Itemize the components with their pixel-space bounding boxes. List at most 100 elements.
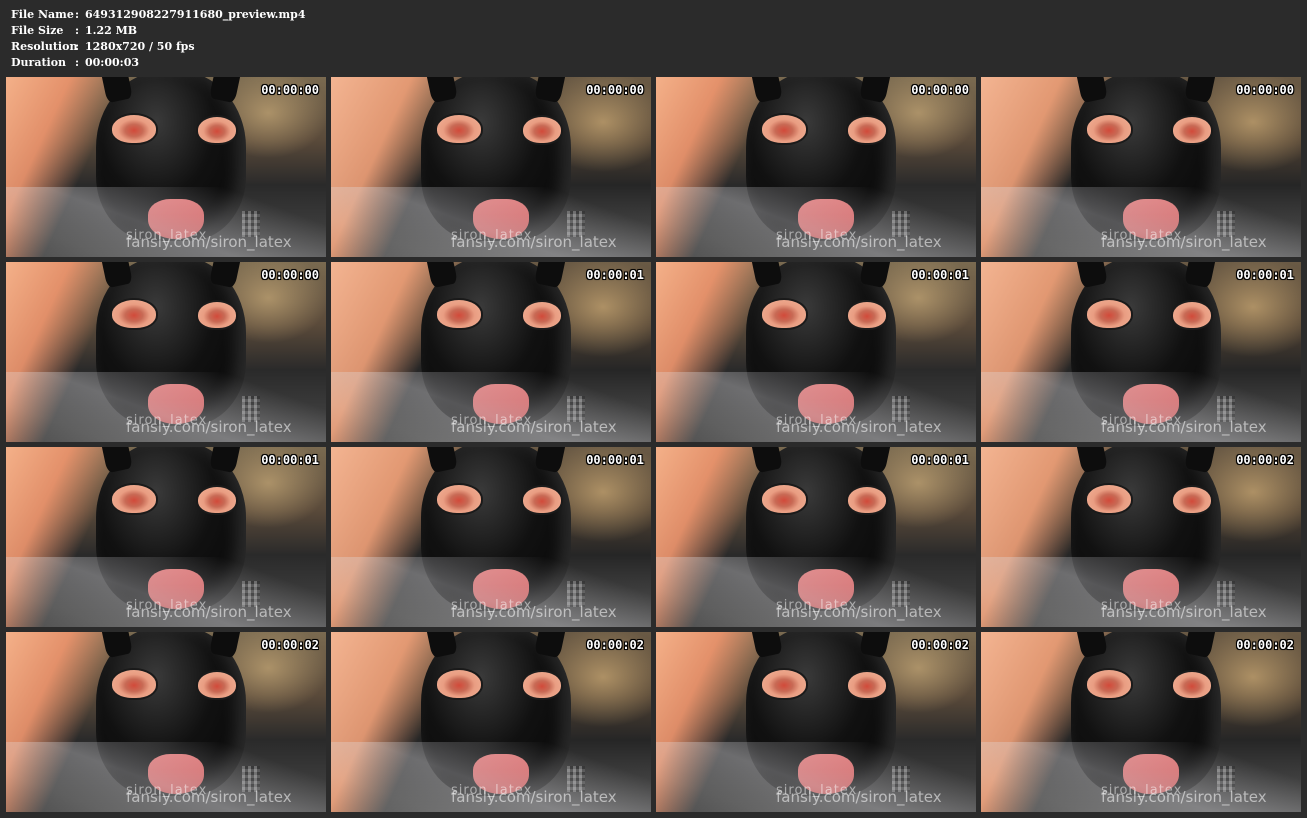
mask-ear xyxy=(747,447,783,474)
mask-ear xyxy=(422,632,458,659)
mask-ear xyxy=(1072,447,1108,474)
eye-opening xyxy=(846,115,888,145)
watermark-url: fansly.com/siron_latex xyxy=(126,233,292,251)
timestamp: 00:00:01 xyxy=(586,453,644,467)
video-thumbnail[interactable]: siron_latex fansly.com/siron_latex 00:00:0… xyxy=(6,77,326,257)
video-thumbnail[interactable]: siron_latex fansly.com/siron_latex 00:00:0… xyxy=(656,447,976,627)
file-name-value: 649312908227911680_preview.mp4 xyxy=(85,8,306,21)
video-thumbnail[interactable]: siron_latex fansly.com/siron_latex 00:00:0… xyxy=(656,77,976,257)
mask-ear xyxy=(859,447,895,474)
mask-ear xyxy=(97,632,133,659)
separator: : xyxy=(75,56,80,69)
eye-opening xyxy=(1171,115,1213,145)
eye-opening xyxy=(1085,298,1133,330)
timestamp: 00:00:01 xyxy=(911,268,969,282)
mask-ear xyxy=(97,447,133,474)
video-thumbnail[interactable]: siron_latex fansly.com/siron_latex 00:00:0… xyxy=(6,447,326,627)
timestamp: 00:00:00 xyxy=(586,83,644,97)
duration-label: Duration xyxy=(11,56,67,69)
watermark-url: fansly.com/siron_latex xyxy=(776,233,942,251)
video-thumbnail[interactable]: siron_latex fansly.com/siron_latex 00:00:0… xyxy=(981,77,1301,257)
eye-opening xyxy=(435,483,483,515)
timestamp: 00:00:02 xyxy=(261,638,319,652)
eye-opening xyxy=(196,670,238,700)
eye-opening xyxy=(196,485,238,515)
video-thumbnail[interactable]: siron_latex fansly.com/siron_latex 00:00:0… xyxy=(981,632,1301,812)
mask-ear xyxy=(97,77,133,104)
eye-opening xyxy=(846,485,888,515)
duration-row: Duration : 00:00:03 xyxy=(11,55,306,71)
eye-opening xyxy=(846,670,888,700)
eye-opening xyxy=(760,668,808,700)
file-size-label: File Size xyxy=(11,24,64,37)
timestamp: 00:00:00 xyxy=(261,83,319,97)
mask-ear xyxy=(209,262,245,289)
timestamp: 00:00:02 xyxy=(586,638,644,652)
mask-ear xyxy=(534,262,570,289)
thumbnail-grid: siron_latex fansly.com/siron_latex 00:00:0… xyxy=(6,77,1301,812)
eye-opening xyxy=(435,298,483,330)
video-thumbnail[interactable]: siron_latex fansly.com/siron_latex 00:00:0… xyxy=(656,632,976,812)
resolution-value: 1280x720 / 50 fps xyxy=(85,40,195,53)
timestamp: 00:00:01 xyxy=(1236,268,1294,282)
eye-opening xyxy=(1171,300,1213,330)
timestamp: 00:00:02 xyxy=(1236,638,1294,652)
mask-ear xyxy=(1184,77,1220,104)
mask-ear xyxy=(747,632,783,659)
video-thumbnail[interactable]: siron_latex fansly.com/siron_latex 00:00:0… xyxy=(981,262,1301,442)
timestamp: 00:00:02 xyxy=(911,638,969,652)
watermark-url: fansly.com/siron_latex xyxy=(451,233,617,251)
watermark-url: fansly.com/siron_latex xyxy=(1101,418,1267,436)
mask-ear xyxy=(859,262,895,289)
timestamp: 00:00:01 xyxy=(261,453,319,467)
mask-ear xyxy=(747,77,783,104)
mask-ear xyxy=(534,77,570,104)
eye-opening xyxy=(110,668,158,700)
timestamp: 00:00:02 xyxy=(1236,453,1294,467)
mask-ear xyxy=(1184,447,1220,474)
mask-ear xyxy=(534,447,570,474)
eye-opening xyxy=(110,298,158,330)
watermark-url: fansly.com/siron_latex xyxy=(776,603,942,621)
file-size-value: 1.22 MB xyxy=(85,24,138,37)
timestamp: 00:00:01 xyxy=(911,453,969,467)
video-thumbnail[interactable]: siron_latex fansly.com/siron_latex 00:00:0… xyxy=(331,77,651,257)
mask-ear xyxy=(1072,77,1108,104)
watermark-url: fansly.com/siron_latex xyxy=(451,418,617,436)
video-thumbnail[interactable]: siron_latex fansly.com/siron_latex 00:00:0… xyxy=(331,447,651,627)
mask-ear xyxy=(1072,262,1108,289)
video-thumbnail[interactable]: siron_latex fansly.com/siron_latex 00:00:0… xyxy=(6,632,326,812)
file-info-panel: File Name : 649312908227911680_preview.m… xyxy=(11,7,306,71)
mask-ear xyxy=(209,632,245,659)
eye-opening xyxy=(760,298,808,330)
video-thumbnail[interactable]: siron_latex fansly.com/siron_latex 00:00:0… xyxy=(6,262,326,442)
timestamp: 00:00:00 xyxy=(911,83,969,97)
eye-opening xyxy=(110,113,158,145)
mask-ear xyxy=(859,632,895,659)
watermark-url: fansly.com/siron_latex xyxy=(126,418,292,436)
watermark-url: fansly.com/siron_latex xyxy=(776,418,942,436)
video-thumbnail[interactable]: siron_latex fansly.com/siron_latex 00:00:0… xyxy=(656,262,976,442)
mask-ear xyxy=(859,77,895,104)
watermark-url: fansly.com/siron_latex xyxy=(126,788,292,806)
eye-opening xyxy=(435,668,483,700)
mask-ear xyxy=(1184,262,1220,289)
watermark-url: fansly.com/siron_latex xyxy=(451,603,617,621)
file-name-label: File Name xyxy=(11,8,74,21)
mask-ear xyxy=(747,262,783,289)
separator: : xyxy=(75,24,80,37)
mask-ear xyxy=(422,77,458,104)
video-thumbnail[interactable]: siron_latex fansly.com/siron_latex 00:00:0… xyxy=(981,447,1301,627)
separator: : xyxy=(75,40,80,53)
watermark-url: fansly.com/siron_latex xyxy=(1101,603,1267,621)
duration-value: 00:00:03 xyxy=(85,56,140,69)
eye-opening xyxy=(1171,485,1213,515)
watermark-url: fansly.com/siron_latex xyxy=(126,603,292,621)
eye-opening xyxy=(760,113,808,145)
mask-ear xyxy=(534,632,570,659)
video-thumbnail[interactable]: siron_latex fansly.com/siron_latex 00:00:0… xyxy=(331,262,651,442)
mask-ear xyxy=(422,262,458,289)
video-thumbnail[interactable]: siron_latex fansly.com/siron_latex 00:00:0… xyxy=(331,632,651,812)
timestamp: 00:00:01 xyxy=(586,268,644,282)
eye-opening xyxy=(521,115,563,145)
